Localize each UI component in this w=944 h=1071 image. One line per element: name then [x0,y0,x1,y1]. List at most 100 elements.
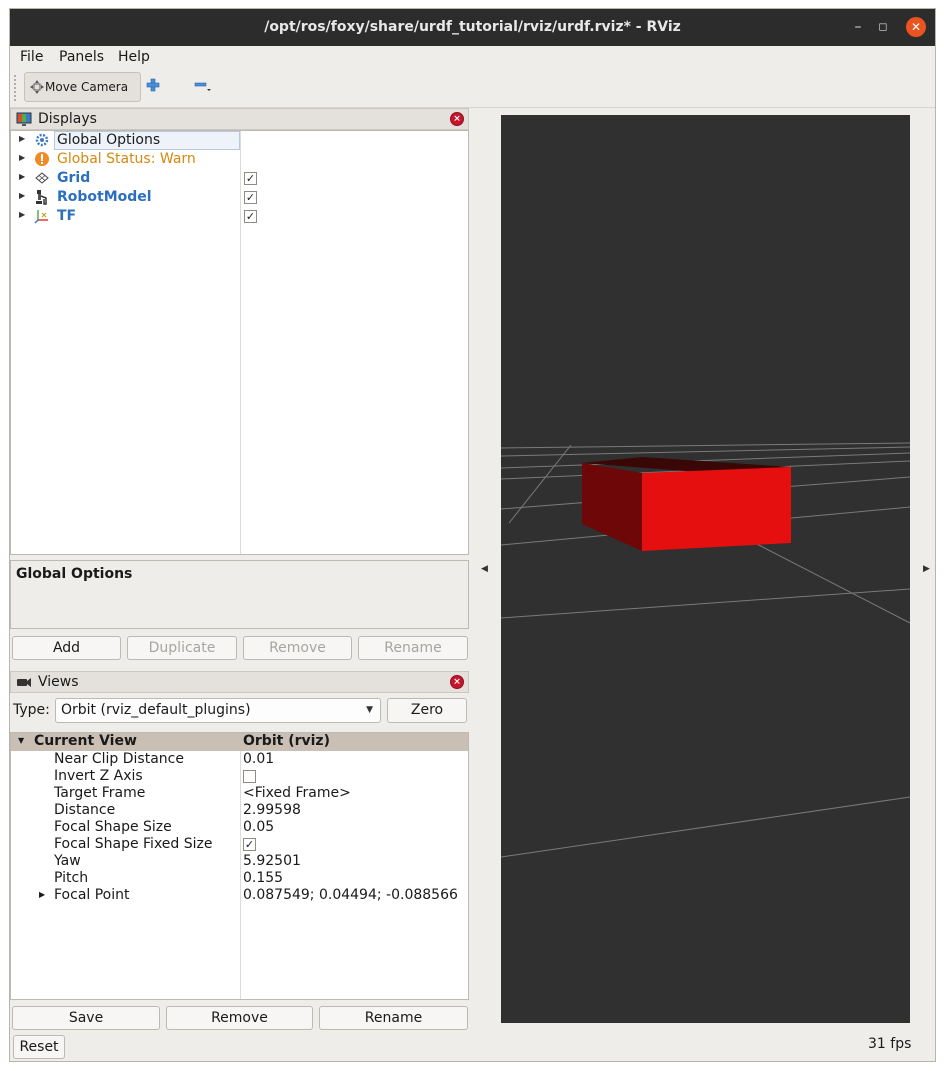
displays-tree: ▶ Global Options ▶ Global Status: Warn ▶ [10,130,469,555]
remove-display-button[interactable]: Remove [243,636,352,660]
robot-icon [36,190,47,205]
close-icon[interactable]: ✕ [906,17,926,37]
save-view-button[interactable]: Save [12,1006,160,1030]
prop-value[interactable]: <Fixed Frame> [243,785,351,801]
views-close-icon[interactable]: × [450,675,464,689]
scene-canvas [500,442,911,858]
prop-key: Invert Z Axis [54,768,143,784]
current-view-key: Current View [34,733,137,749]
menu-panels[interactable]: Panels [59,49,104,65]
prop-value[interactable]: 0.01 [243,751,274,767]
display-item-tf[interactable]: ▶ TF ✓ [11,207,468,226]
view-type-row: Type: Orbit (rviz_default_plugins) ▼ Zer… [10,698,469,724]
title-bar: /opt/ros/foxy/share/urdf_tutorial/rviz/u… [10,9,935,46]
expand-arrow-icon[interactable]: ▶ [19,210,25,219]
collapse-left-icon[interactable]: ◀ [481,564,488,574]
video-camera-icon [17,678,31,687]
toolbar-grip[interactable] [14,75,18,101]
zero-button[interactable]: Zero [387,698,467,723]
prop-yaw[interactable]: Yaw 5.92501 [11,853,468,870]
prop-value[interactable]: 0.05 [243,819,274,835]
expand-arrow-icon[interactable]: ▶ [19,134,25,143]
display-item-label: Global Status: Warn [57,151,196,167]
add-tool-icon[interactable] [146,78,160,92]
view-type-select[interactable]: Orbit (rviz_default_plugins) ▼ [55,698,381,723]
expand-arrow-icon[interactable]: ▶ [19,172,25,181]
rename-view-button[interactable]: Rename [319,1006,468,1030]
left-dock: Displays × ▶ Global Options ▶ Global Sta… [10,108,470,1063]
remove-view-button[interactable]: Remove [166,1006,313,1030]
current-view-row[interactable]: ▼ Current View Orbit (rviz) [11,733,468,751]
rename-display-button[interactable]: Rename [358,636,468,660]
prop-key: Focal Shape Size [54,819,172,835]
view-properties-tree: ▼ Current View Orbit (rviz) Near Clip Di… [10,732,469,1000]
dock-splitter[interactable]: ◀ [470,108,500,1033]
collapse-right-icon[interactable]: ▶ [923,564,930,574]
prop-value[interactable]: 2.99598 [243,802,301,818]
prop-key: Target Frame [54,785,146,801]
expand-arrow-icon[interactable]: ▶ [19,191,25,200]
description-title: Global Options [16,566,133,582]
prop-focal-shape-fixed-size[interactable]: Focal Shape Fixed Size ✓ [11,836,468,853]
grid-icon [35,172,49,184]
displays-title: Displays [38,111,97,127]
collapse-arrow-icon[interactable]: ▼ [18,736,24,745]
display-item-label: Grid [57,170,91,186]
chevron-down-icon: ▼ [366,705,373,715]
display-item-global-status[interactable]: ▶ Global Status: Warn [11,150,468,169]
menu-help[interactable]: Help [118,49,150,65]
prop-target-frame[interactable]: Target Frame <Fixed Frame> [11,785,468,802]
current-view-value: Orbit (rviz) [243,733,330,749]
menu-file[interactable]: File [20,49,43,65]
displays-panel-header: Displays × [10,108,469,130]
warning-icon [35,152,49,166]
prop-key: Yaw [54,853,81,869]
prop-focal-shape-size[interactable]: Focal Shape Size 0.05 [11,819,468,836]
display-item-global-options[interactable]: ▶ Global Options [11,131,468,150]
robotmodel-enabled-checkbox[interactable]: ✓ [244,191,257,204]
tf-enabled-checkbox[interactable]: ✓ [244,210,257,223]
displays-close-icon[interactable]: × [450,112,464,126]
display-item-robotmodel[interactable]: ▶ RobotModel ✓ [11,188,468,207]
prop-key: Pitch [54,870,89,886]
red-box [582,457,791,551]
fps-counter: 31 fps [868,1036,912,1052]
focal-shape-fixed-size-checkbox[interactable]: ✓ [243,838,256,851]
display-item-grid[interactable]: ▶ Grid ✓ [11,169,468,188]
prop-invert-z-axis[interactable]: Invert Z Axis [11,768,468,785]
property-description: Global Options [10,560,469,629]
reset-button[interactable]: Reset [13,1035,65,1059]
rviz-window: /opt/ros/foxy/share/urdf_tutorial/rviz/u… [9,8,936,1062]
views-panel-header: Views × [10,671,469,693]
move-camera-button[interactable]: Move Camera [24,72,141,102]
monitor-icon [16,112,32,126]
grid-enabled-checkbox[interactable]: ✓ [244,172,257,185]
minimize-icon[interactable]: – [848,17,868,37]
prop-near-clip-distance[interactable]: Near Clip Distance 0.01 [11,751,468,768]
prop-value[interactable]: 0.087549; 0.04494; -0.088566 [243,887,458,903]
view-type-label: Type: [13,702,50,718]
prop-pitch[interactable]: Pitch 0.155 [11,870,468,887]
prop-value[interactable]: 5.92501 [243,853,301,869]
display-item-label: Global Options [57,132,161,148]
toolbar: Move Camera [10,68,935,108]
invert-z-axis-checkbox[interactable] [243,770,256,783]
move-camera-icon [30,80,44,94]
render-viewport[interactable] [500,115,911,1023]
duplicate-button[interactable]: Duplicate [127,636,237,660]
prop-key: Focal Point [54,887,130,903]
expand-arrow-icon[interactable]: ▶ [19,153,25,162]
add-button[interactable]: Add [12,636,121,660]
window-title: /opt/ros/foxy/share/urdf_tutorial/rviz/u… [264,19,681,35]
prop-focal-point[interactable]: ▶ Focal Point 0.087549; 0.04494; -0.0885… [11,887,468,904]
expand-arrow-icon[interactable]: ▶ [39,890,45,899]
prop-key: Distance [54,802,116,818]
prop-value[interactable]: 0.155 [243,870,283,886]
axes-icon [34,210,48,224]
prop-distance[interactable]: Distance 2.99598 [11,802,468,819]
views-title: Views [38,674,79,690]
display-item-label: TF [57,208,77,224]
remove-tool-icon[interactable] [194,78,212,92]
maximize-icon[interactable]: ◻ [873,17,893,37]
prop-key: Focal Shape Fixed Size [54,836,213,852]
